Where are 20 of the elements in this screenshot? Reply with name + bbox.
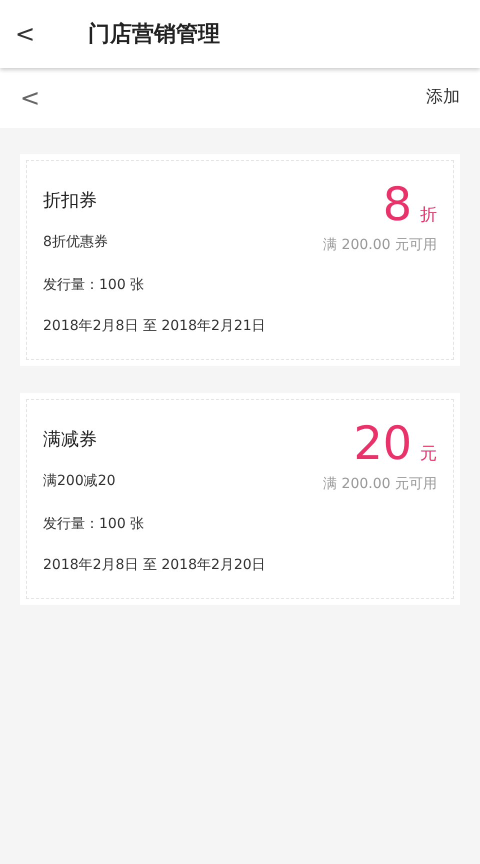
coupon-name: 满减券	[43, 428, 98, 452]
coupon-amount: 20	[353, 420, 412, 466]
amount-unit: 元	[420, 443, 437, 466]
back-button[interactable]: <	[0, 16, 50, 52]
page-title: 门店营销管理	[88, 20, 220, 48]
coupon-card[interactable]: 折扣券 8折优惠券 发行量：100 张 2018年2月8日 至 2018年2月21日 8 折 满 200.00 元可用	[20, 154, 460, 366]
coupon-description: 8折优惠券	[43, 233, 109, 252]
add-button[interactable]: 添加	[426, 85, 460, 111]
coupon-card[interactable]: 满减券 满200减20 发行量：100 张 2018年2月8日 至 2018年2月20日 20 元 满 200.00 元可用	[20, 393, 460, 605]
usage-condition: 满 200.00 元可用	[323, 474, 437, 494]
coupon-description: 满200减20	[43, 472, 117, 491]
coupon-amount: 8	[382, 181, 412, 227]
validity-period: 2018年2月8日 至 2018年2月20日	[43, 556, 266, 575]
issue-quantity: 发行量：100 张	[43, 515, 146, 534]
back-button[interactable]: <	[20, 80, 40, 116]
coupon-name: 折扣券	[43, 189, 98, 213]
issue-quantity: 发行量：100 张	[43, 276, 146, 295]
validity-period: 2018年2月8日 至 2018年2月21日	[43, 317, 266, 336]
amount-unit: 折	[420, 204, 437, 227]
usage-condition: 满 200.00 元可用	[323, 236, 437, 254]
